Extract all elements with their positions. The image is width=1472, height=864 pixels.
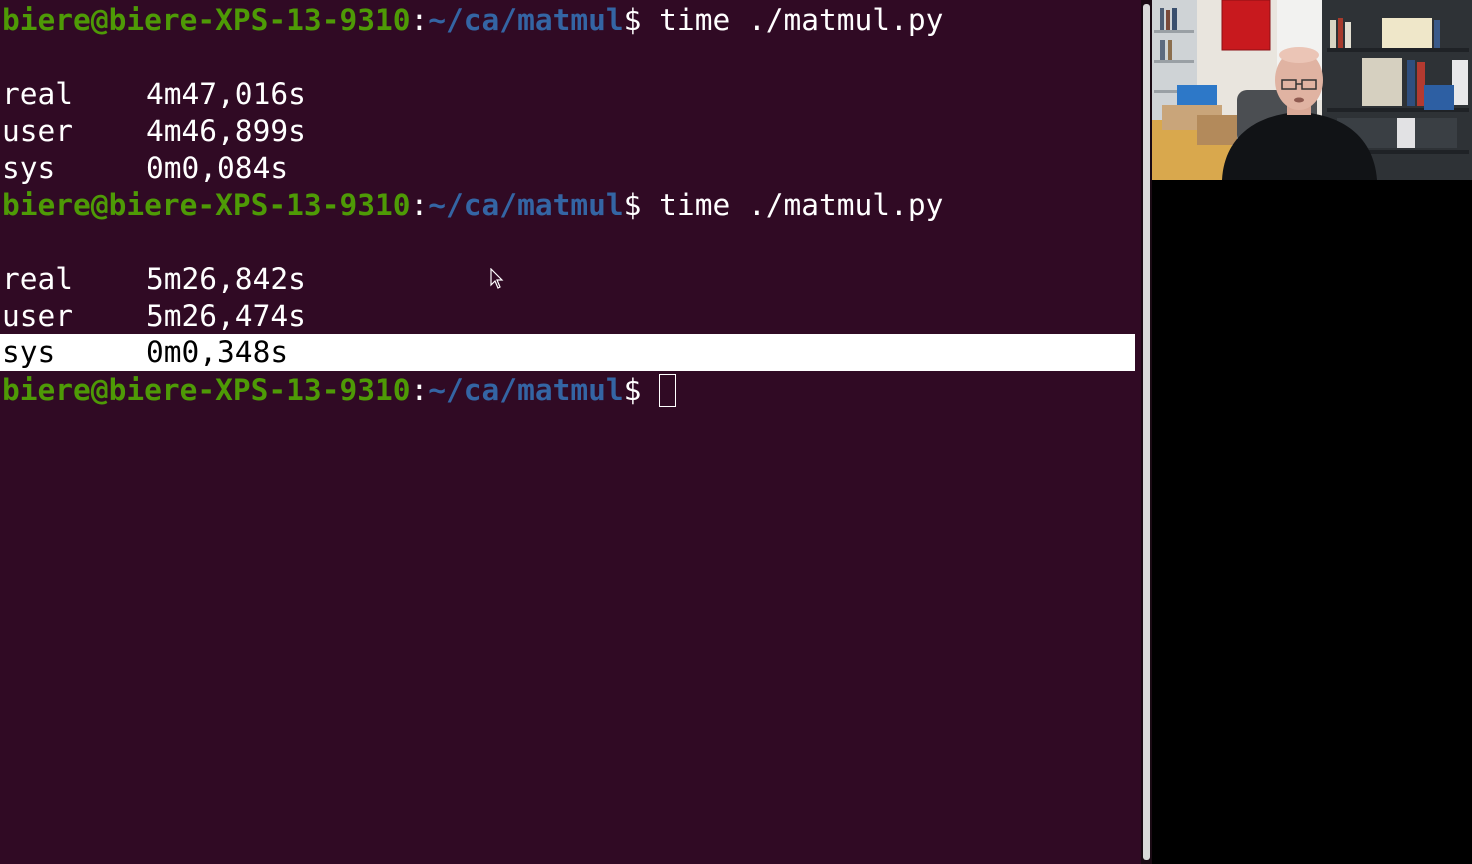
scrollbar-thumb[interactable] (1143, 4, 1150, 860)
prompt-line-3: biere@biere-XPS-13-9310:~/ca/matmul$ (2, 372, 677, 409)
user-label: user (2, 114, 74, 148)
sys-value: 0m0,084s (146, 151, 289, 185)
user-value: 5m26,474s (146, 299, 306, 333)
terminal-scrollbar[interactable] (1141, 0, 1152, 864)
webcam-presenter-image (1152, 0, 1472, 180)
prompt-colon: : (410, 373, 429, 407)
prompt-line-2: biere@biere-XPS-13-9310:~/ca/matmul$ tim… (2, 187, 943, 224)
time-output-user: user 4m46,899s (2, 113, 306, 150)
prompt-user-host: biere@biere-XPS-13-9310 (2, 3, 411, 37)
webcam-video-feed (1152, 0, 1472, 180)
command-text: time ./matmul.py (641, 3, 944, 37)
prompt-dollar: $ (623, 188, 642, 222)
real-label: real (2, 77, 74, 111)
prompt-user-host: biere@biere-XPS-13-9310 (2, 373, 411, 407)
sys-label: sys (2, 335, 56, 369)
prompt-user-host: biere@biere-XPS-13-9310 (2, 188, 411, 222)
prompt-path: ~/ca/matmul (428, 373, 624, 407)
selected-line-highlight[interactable]: sys 0m0,348s (0, 334, 1135, 371)
command-text: time ./matmul.py (641, 188, 944, 222)
time-output-real: real 5m26,842s (2, 261, 306, 298)
prompt-colon: : (410, 188, 429, 222)
time-output-user: user 5m26,474s (2, 298, 306, 335)
text-cursor (659, 374, 677, 407)
real-value: 5m26,842s (146, 262, 306, 296)
prompt-line-1: biere@biere-XPS-13-9310:~/ca/matmul$ tim… (2, 2, 943, 39)
sys-label: sys (2, 151, 56, 185)
time-output-sys: sys 0m0,084s (2, 150, 288, 187)
real-value: 4m47,016s (146, 77, 306, 111)
terminal-window[interactable]: biere@biere-XPS-13-9310:~/ca/matmul$ tim… (0, 0, 1141, 864)
prompt-dollar: $ (623, 373, 642, 407)
user-label: user (2, 299, 74, 333)
prompt-path: ~/ca/matmul (428, 3, 624, 37)
real-label: real (2, 262, 74, 296)
mouse-pointer-icon (490, 268, 504, 289)
sys-value: 0m0,348s (146, 335, 289, 369)
prompt-dollar: $ (623, 3, 642, 37)
time-output-sys: sys 0m0,348s (2, 334, 288, 371)
prompt-path: ~/ca/matmul (428, 188, 624, 222)
user-value: 4m46,899s (146, 114, 306, 148)
time-output-real: real 4m47,016s (2, 76, 306, 113)
prompt-colon: : (410, 3, 429, 37)
